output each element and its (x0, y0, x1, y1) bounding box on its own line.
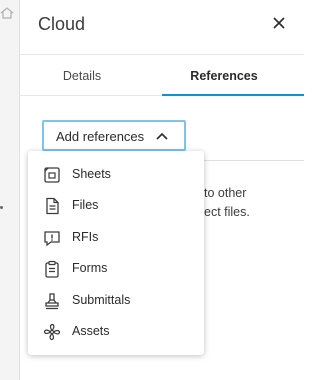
menu-item-label: Assets (72, 324, 110, 338)
tab-references[interactable]: References (144, 55, 304, 97)
clipboard-icon (42, 259, 62, 279)
menu-item-sheets[interactable]: Sheets (28, 159, 204, 191)
add-references-label: Add references (56, 129, 145, 144)
left-rail (0, 0, 20, 380)
menu-item-rfis[interactable]: RFIs (28, 222, 204, 254)
file-icon (42, 196, 62, 216)
menu-item-files[interactable]: Files (28, 190, 204, 222)
menu-item-forms[interactable]: Forms (28, 253, 204, 285)
menu-item-label: Submittals (72, 293, 131, 307)
stamp-icon (42, 291, 62, 311)
rail-marker (0, 206, 3, 209)
menu-item-label: Files (72, 198, 99, 212)
menu-item-label: RFIs (72, 230, 99, 244)
add-references-button[interactable]: Add references (42, 120, 186, 151)
sheets-icon (42, 165, 62, 185)
panel-header: Cloud (20, 0, 304, 54)
tab-details[interactable]: Details (20, 55, 144, 97)
menu-item-submittals[interactable]: Submittals (28, 285, 204, 317)
chevron-up-icon (156, 131, 168, 141)
active-tab-indicator (162, 94, 304, 96)
references-panel: Cloud Details References to other ect fi… (20, 0, 304, 380)
close-icon[interactable] (268, 12, 290, 34)
rfi-icon (42, 228, 62, 248)
add-references-menu: Sheets Files RFIs Forms Submittals Asset… (28, 151, 204, 355)
menu-item-label: Forms (72, 261, 108, 275)
menu-item-assets[interactable]: Assets (28, 316, 204, 348)
empty-state-text-line-2: ect files. (204, 205, 250, 219)
home-icon[interactable] (0, 6, 14, 20)
fan-icon (42, 322, 62, 342)
panel-title: Cloud (38, 14, 86, 34)
menu-item-label: Sheets (72, 167, 111, 181)
tab-bar: Details References (20, 54, 304, 96)
empty-state-text-line-1: to other (204, 186, 247, 200)
